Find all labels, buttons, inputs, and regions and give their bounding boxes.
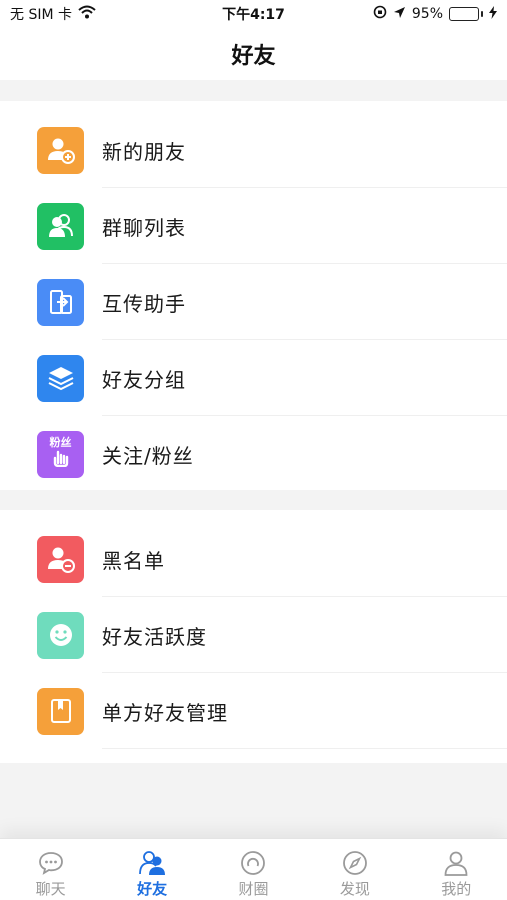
smile-icon	[37, 611, 84, 659]
circle-icon	[241, 851, 266, 875]
orientation-lock-icon	[373, 5, 387, 23]
menu-item-label: 关注/粉丝	[102, 443, 194, 468]
friends-icon	[139, 851, 166, 875]
menu-item-label: 互传助手	[102, 291, 186, 316]
menu-item-label: 群聊列表	[102, 215, 186, 240]
compass-icon	[342, 851, 367, 875]
tab-label: 聊天	[35, 880, 66, 898]
tab-label: 我的	[441, 880, 472, 898]
location-arrow-icon	[393, 6, 406, 23]
menu-item-label: 好友分组	[102, 367, 186, 392]
tab-label: 发现	[339, 880, 370, 898]
menu-item-friend-groups[interactable]: 好友分组	[0, 340, 507, 416]
nav-header: 好友	[0, 28, 507, 80]
menu-item-label: 黑名单	[102, 548, 165, 573]
battery-icon	[449, 7, 483, 21]
layers-icon	[37, 354, 84, 402]
tab-me[interactable]: 我的	[406, 839, 507, 899]
status-left: 无 SIM 卡	[10, 4, 96, 24]
battery-percent: 95%	[411, 6, 443, 22]
menu-item-follow-fans[interactable]: 粉丝 关注/粉丝	[0, 416, 507, 492]
chat-bubble-icon	[38, 852, 63, 875]
person-icon	[444, 851, 468, 876]
tab-friends[interactable]: 好友	[102, 839, 203, 899]
menu-item-transfer-assistant[interactable]: 互传助手	[0, 264, 507, 340]
tab-label: 好友	[137, 880, 168, 898]
status-bar: 无 SIM 卡 下午4:17 95%	[0, 0, 507, 28]
menu-item-group-chats[interactable]: 群聊列表	[0, 188, 507, 264]
menu-item-friend-activity[interactable]: 好友活跃度	[0, 597, 507, 673]
menu-item-new-friends[interactable]: 新的朋友	[0, 112, 507, 188]
divider	[102, 748, 507, 749]
menu-item-label: 新的朋友	[102, 139, 186, 164]
carrier-label: 无 SIM 卡	[10, 7, 72, 23]
fans-icon: 粉丝	[37, 430, 84, 478]
menu-item-blacklist[interactable]: 黑名单	[0, 521, 507, 597]
menu-item-label: 好友活跃度	[102, 624, 207, 649]
group-users-icon	[37, 202, 84, 250]
tab-label: 财圈	[238, 880, 269, 898]
book-icon	[37, 687, 84, 735]
charging-bolt-icon	[489, 5, 497, 23]
wifi-icon	[78, 5, 96, 23]
transfer-icon	[37, 278, 84, 326]
menu-item-one-way-friends[interactable]: 单方好友管理	[0, 673, 507, 749]
menu-item-label: 单方好友管理	[102, 700, 228, 725]
tab-finance-circle[interactable]: 财圈	[203, 839, 304, 899]
tab-bar: 聊天 好友 财圈 发现 我的	[0, 838, 507, 900]
tab-chat[interactable]: 聊天	[0, 839, 101, 899]
remove-user-icon	[37, 535, 84, 583]
tab-discover[interactable]: 发现	[304, 839, 405, 899]
menu-group-1: 新的朋友 群聊列表 互传助手 好友分组 粉丝 关注/粉丝	[0, 101, 507, 490]
page-title: 好友	[231, 44, 276, 69]
menu-group-2: 黑名单 好友活跃度 单方好友管理	[0, 510, 507, 763]
status-right: 95%	[373, 5, 497, 23]
fans-icon-text: 粉丝	[49, 436, 72, 449]
add-user-icon	[37, 126, 84, 174]
